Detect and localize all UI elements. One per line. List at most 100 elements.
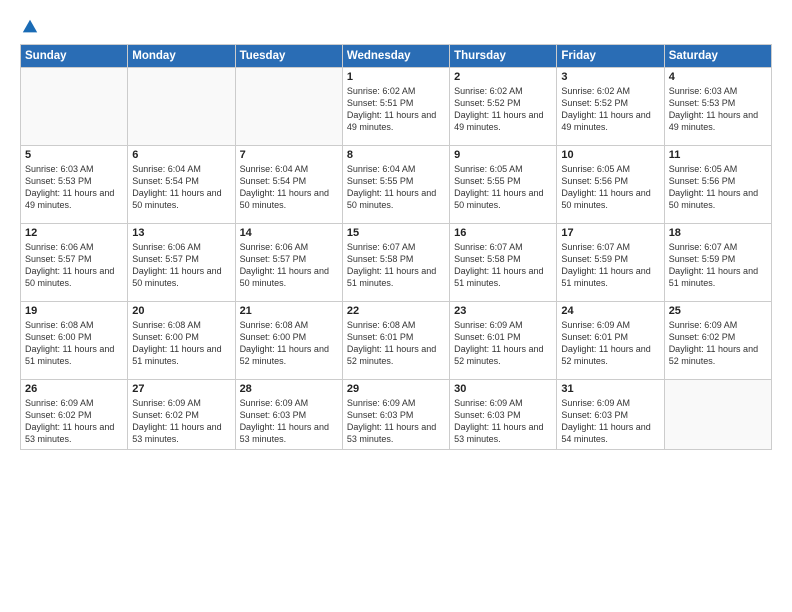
day-info: Sunrise: 6:08 AM Sunset: 6:01 PM Dayligh…: [347, 319, 445, 368]
calendar-day-cell: 18Sunrise: 6:07 AM Sunset: 5:59 PM Dayli…: [664, 224, 771, 302]
day-info: Sunrise: 6:09 AM Sunset: 6:02 PM Dayligh…: [669, 319, 767, 368]
calendar-header-cell: Friday: [557, 45, 664, 68]
day-info: Sunrise: 6:05 AM Sunset: 5:56 PM Dayligh…: [669, 163, 767, 212]
day-info: Sunrise: 6:07 AM Sunset: 5:59 PM Dayligh…: [669, 241, 767, 290]
day-info: Sunrise: 6:09 AM Sunset: 6:03 PM Dayligh…: [561, 397, 659, 446]
calendar-day-cell: 24Sunrise: 6:09 AM Sunset: 6:01 PM Dayli…: [557, 302, 664, 380]
calendar-day-cell: 11 Sunrise: 6:05 AM Sunset: 5:56 PM Dayli…: [664, 146, 771, 224]
day-info: Sunrise: 6:08 AM Sunset: 6:00 PM Dayligh…: [25, 319, 123, 368]
day-info: Sunrise: 6:04 AM Sunset: 5:54 PM Dayligh…: [240, 163, 338, 212]
day-number: 7: [240, 149, 338, 161]
day-info: Sunrise: 6:02 AM Sunset: 5:52 PM Dayligh…: [561, 85, 659, 134]
calendar-day-cell: 25 Sunrise: 6:09 AM Sunset: 6:02 PM Dayli…: [664, 302, 771, 380]
calendar-day-cell: 9 Sunrise: 6:05 AM Sunset: 5:55 PM Daylig…: [450, 146, 557, 224]
day-number: 14: [240, 227, 338, 239]
day-number: 9: [454, 149, 552, 161]
day-info: Sunrise: 6:09 AM Sunset: 6:02 PM Dayligh…: [25, 397, 123, 446]
day-info: Sunrise: 6:03 AM Sunset: 5:53 PM Dayligh…: [25, 163, 123, 212]
day-info: Sunrise: 6:02 AM Sunset: 5:51 PM Dayligh…: [347, 85, 445, 134]
day-number: 28: [240, 383, 338, 395]
calendar-day-cell: 31 Sunrise: 6:09 AM Sunset: 6:03 PM Dayli…: [557, 380, 664, 450]
day-number: 3: [561, 71, 659, 83]
day-info: Sunrise: 6:09 AM Sunset: 6:01 PM Dayligh…: [454, 319, 552, 368]
calendar-day-cell: 29Sunrise: 6:09 AM Sunset: 6:03 PM Dayli…: [342, 380, 449, 450]
calendar-day-cell: 2Sunrise: 6:02 AM Sunset: 5:52 PM Daylig…: [450, 68, 557, 146]
day-info: Sunrise: 6:06 AM Sunset: 5:57 PM Dayligh…: [132, 241, 230, 290]
day-number: 6: [132, 149, 230, 161]
day-number: 19: [25, 305, 123, 317]
day-number: 16: [454, 227, 552, 239]
day-number: 26: [25, 383, 123, 395]
calendar-header-cell: Tuesday: [235, 45, 342, 68]
calendar-header-cell: Wednesday: [342, 45, 449, 68]
day-info: Sunrise: 6:05 AM Sunset: 5:56 PM Dayligh…: [561, 163, 659, 212]
day-number: 11: [669, 149, 767, 161]
day-info: Sunrise: 6:02 AM Sunset: 5:52 PM Dayligh…: [454, 85, 552, 134]
calendar-day-cell: 26 Sunrise: 6:09 AM Sunset: 6:02 PM Dayli…: [21, 380, 128, 450]
calendar-day-cell: [21, 68, 128, 146]
day-info: Sunrise: 6:07 AM Sunset: 5:58 PM Dayligh…: [454, 241, 552, 290]
calendar-week-row: 19 Sunrise: 6:08 AM Sunset: 6:00 PM Dayli…: [21, 302, 772, 380]
calendar-day-cell: 19 Sunrise: 6:08 AM Sunset: 6:00 PM Dayli…: [21, 302, 128, 380]
calendar-day-cell: [235, 68, 342, 146]
calendar-day-cell: [664, 380, 771, 450]
day-number: 27: [132, 383, 230, 395]
calendar-day-cell: 7 Sunrise: 6:04 AM Sunset: 5:54 PM Daylig…: [235, 146, 342, 224]
calendar-day-cell: 6 Sunrise: 6:04 AM Sunset: 5:54 PM Daylig…: [128, 146, 235, 224]
calendar-day-cell: 4 Sunrise: 6:03 AM Sunset: 5:53 PM Daylig…: [664, 68, 771, 146]
day-number: 22: [347, 305, 445, 317]
calendar-day-cell: 30 Sunrise: 6:09 AM Sunset: 6:03 PM Dayli…: [450, 380, 557, 450]
calendar-day-cell: 1 Sunrise: 6:02 AM Sunset: 5:51 PM Daylig…: [342, 68, 449, 146]
day-info: Sunrise: 6:05 AM Sunset: 5:55 PM Dayligh…: [454, 163, 552, 212]
calendar-day-cell: 12 Sunrise: 6:06 AM Sunset: 5:57 PM Dayli…: [21, 224, 128, 302]
day-number: 10: [561, 149, 659, 161]
calendar: SundayMondayTuesdayWednesdayThursdayFrid…: [20, 44, 772, 450]
calendar-day-cell: 3 Sunrise: 6:02 AM Sunset: 5:52 PM Daylig…: [557, 68, 664, 146]
calendar-header-cell: Saturday: [664, 45, 771, 68]
calendar-week-row: 1 Sunrise: 6:02 AM Sunset: 5:51 PM Daylig…: [21, 68, 772, 146]
day-info: Sunrise: 6:07 AM Sunset: 5:58 PM Dayligh…: [347, 241, 445, 290]
day-info: Sunrise: 6:08 AM Sunset: 6:00 PM Dayligh…: [240, 319, 338, 368]
day-info: Sunrise: 6:09 AM Sunset: 6:02 PM Dayligh…: [132, 397, 230, 446]
day-info: Sunrise: 6:04 AM Sunset: 5:55 PM Dayligh…: [347, 163, 445, 212]
calendar-day-cell: 8Sunrise: 6:04 AM Sunset: 5:55 PM Daylig…: [342, 146, 449, 224]
day-info: Sunrise: 6:08 AM Sunset: 6:00 PM Dayligh…: [132, 319, 230, 368]
calendar-header-cell: Thursday: [450, 45, 557, 68]
day-number: 12: [25, 227, 123, 239]
day-number: 17: [561, 227, 659, 239]
calendar-day-cell: 14 Sunrise: 6:06 AM Sunset: 5:57 PM Dayli…: [235, 224, 342, 302]
calendar-header-cell: Sunday: [21, 45, 128, 68]
day-info: Sunrise: 6:09 AM Sunset: 6:03 PM Dayligh…: [454, 397, 552, 446]
calendar-week-row: 12 Sunrise: 6:06 AM Sunset: 5:57 PM Dayli…: [21, 224, 772, 302]
day-info: Sunrise: 6:04 AM Sunset: 5:54 PM Dayligh…: [132, 163, 230, 212]
calendar-day-cell: 15Sunrise: 6:07 AM Sunset: 5:58 PM Dayli…: [342, 224, 449, 302]
day-number: 21: [240, 305, 338, 317]
day-info: Sunrise: 6:03 AM Sunset: 5:53 PM Dayligh…: [669, 85, 767, 134]
calendar-header-cell: Monday: [128, 45, 235, 68]
day-info: Sunrise: 6:09 AM Sunset: 6:03 PM Dayligh…: [347, 397, 445, 446]
calendar-week-row: 26 Sunrise: 6:09 AM Sunset: 6:02 PM Dayli…: [21, 380, 772, 450]
day-number: 25: [669, 305, 767, 317]
page: SundayMondayTuesdayWednesdayThursdayFrid…: [0, 0, 792, 612]
calendar-day-cell: 13 Sunrise: 6:06 AM Sunset: 5:57 PM Dayli…: [128, 224, 235, 302]
calendar-day-cell: 21 Sunrise: 6:08 AM Sunset: 6:00 PM Dayli…: [235, 302, 342, 380]
day-info: Sunrise: 6:06 AM Sunset: 5:57 PM Dayligh…: [240, 241, 338, 290]
logo: [20, 18, 39, 34]
day-number: 30: [454, 383, 552, 395]
calendar-day-cell: 22 Sunrise: 6:08 AM Sunset: 6:01 PM Dayli…: [342, 302, 449, 380]
day-number: 23: [454, 305, 552, 317]
day-info: Sunrise: 6:07 AM Sunset: 5:59 PM Dayligh…: [561, 241, 659, 290]
calendar-day-cell: 27 Sunrise: 6:09 AM Sunset: 6:02 PM Dayli…: [128, 380, 235, 450]
calendar-day-cell: 28 Sunrise: 6:09 AM Sunset: 6:03 PM Dayli…: [235, 380, 342, 450]
calendar-day-cell: 10 Sunrise: 6:05 AM Sunset: 5:56 PM Dayli…: [557, 146, 664, 224]
day-info: Sunrise: 6:06 AM Sunset: 5:57 PM Dayligh…: [25, 241, 123, 290]
day-number: 31: [561, 383, 659, 395]
calendar-day-cell: 17 Sunrise: 6:07 AM Sunset: 5:59 PM Dayli…: [557, 224, 664, 302]
day-number: 1: [347, 71, 445, 83]
day-number: 4: [669, 71, 767, 83]
day-info: Sunrise: 6:09 AM Sunset: 6:01 PM Dayligh…: [561, 319, 659, 368]
day-info: Sunrise: 6:09 AM Sunset: 6:03 PM Dayligh…: [240, 397, 338, 446]
calendar-day-cell: 16 Sunrise: 6:07 AM Sunset: 5:58 PM Dayli…: [450, 224, 557, 302]
day-number: 13: [132, 227, 230, 239]
calendar-header-row: SundayMondayTuesdayWednesdayThursdayFrid…: [21, 45, 772, 68]
